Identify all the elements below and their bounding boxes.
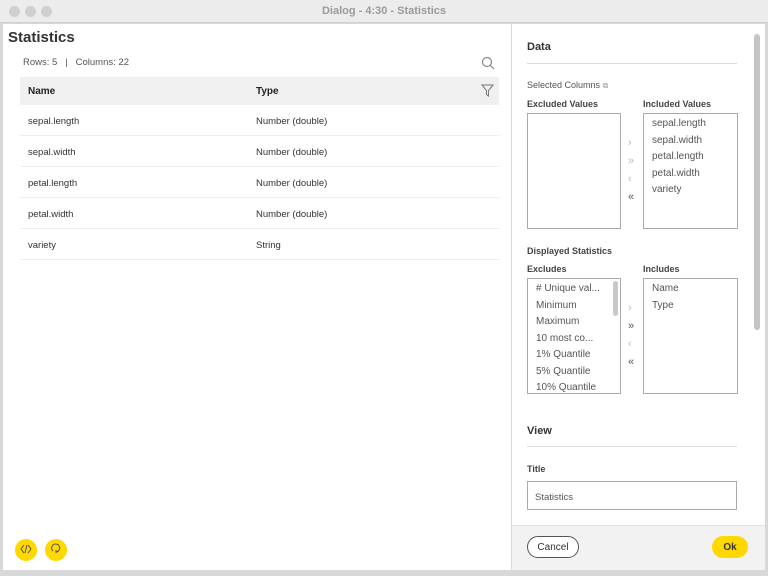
cancel-button[interactable]: Cancel <box>527 536 579 558</box>
separator: | <box>65 57 68 68</box>
title-label: Title <box>527 464 546 474</box>
displayed-statistics-label: Displayed Statistics <box>527 246 613 256</box>
cell-type: Number (double) <box>256 209 328 220</box>
scrollbar[interactable] <box>613 281 618 316</box>
cell-name: sepal.length <box>28 116 80 127</box>
selected-columns-label: Selected Columns ⧉ <box>527 80 609 90</box>
code-icon <box>20 541 32 559</box>
list-item[interactable]: Name <box>652 281 737 298</box>
statistics-view: Statistics Rows: 5 | Columns: 22 Name Ty… <box>3 24 511 570</box>
list-item[interactable]: 1% Quantile <box>536 347 620 364</box>
settings-panel: Data Selected Columns ⧉ Excluded Values … <box>512 24 765 570</box>
panel-scrollbar[interactable] <box>754 34 760 330</box>
move-all-left-icon[interactable]: « <box>628 191 634 203</box>
table-row[interactable]: sepal.length Number (double) <box>20 105 499 136</box>
refresh-icon <box>50 541 62 559</box>
header-type[interactable]: Type <box>256 86 279 97</box>
cell-name: petal.width <box>28 209 74 220</box>
list-item[interactable]: sepal.width <box>652 133 737 150</box>
filter-icon[interactable] <box>480 84 495 102</box>
table-row[interactable]: petal.length Number (double) <box>20 167 499 198</box>
cell-name: variety <box>28 240 56 251</box>
excluded-values-list[interactable] <box>527 113 621 229</box>
list-item[interactable]: 5% Quantile <box>536 364 620 381</box>
dialog-footer: Cancel Ok <box>512 525 765 570</box>
move-right-icon[interactable]: › <box>628 302 632 314</box>
move-all-left-icon[interactable]: « <box>628 356 634 368</box>
column-count: Columns: 22 <box>75 57 129 68</box>
move-right-icon[interactable]: › <box>628 137 632 149</box>
move-all-right-icon[interactable]: » <box>628 155 634 167</box>
page-title: Statistics <box>8 29 75 46</box>
excluded-values-label: Excluded Values <box>527 99 599 109</box>
list-item[interactable]: variety <box>652 182 737 199</box>
table-row[interactable]: variety String <box>20 229 499 260</box>
title-input[interactable]: Statistics <box>527 481 737 510</box>
cell-type: Number (double) <box>256 116 328 127</box>
data-heading: Data <box>527 41 551 53</box>
cell-name: petal.length <box>28 178 78 189</box>
list-item[interactable]: # Unique val... <box>536 281 620 298</box>
table-row[interactable]: petal.width Number (double) <box>20 198 499 229</box>
cell-name: sepal.width <box>28 147 76 158</box>
cell-type: Number (double) <box>256 178 328 189</box>
includes-label: Includes <box>643 264 680 274</box>
move-left-icon[interactable]: ‹ <box>628 173 632 185</box>
cell-type: Number (double) <box>256 147 328 158</box>
row-count: Rows: 5 <box>23 57 58 68</box>
table-row[interactable]: sepal.width Number (double) <box>20 136 499 167</box>
move-all-right-icon[interactable]: » <box>628 320 634 332</box>
window-title: Dialog - 4:30 - Statistics <box>321 5 447 17</box>
table-meta: Rows: 5 | Columns: 22 <box>23 57 129 68</box>
list-item[interactable]: petal.length <box>652 149 737 166</box>
view-heading: View <box>527 425 552 437</box>
excludes-label: Excludes <box>527 264 567 274</box>
includes-list[interactable]: Name Type <box>643 278 738 394</box>
list-item[interactable]: 10% Quantile <box>536 380 620 393</box>
list-item[interactable]: Maximum <box>536 314 620 331</box>
included-values-label: Included Values <box>643 99 712 109</box>
list-item[interactable]: 10 most co... <box>536 331 620 348</box>
code-button[interactable] <box>15 539 37 561</box>
included-values-list[interactable]: sepal.length sepal.width petal.length pe… <box>643 113 738 229</box>
ok-button[interactable]: Ok <box>712 536 748 558</box>
divider <box>527 63 737 64</box>
header-name[interactable]: Name <box>28 86 55 97</box>
search-icon[interactable] <box>481 56 495 75</box>
move-left-icon[interactable]: ‹ <box>628 338 632 350</box>
table-header: Name Type <box>20 77 499 105</box>
list-item[interactable]: Minimum <box>536 298 620 315</box>
refresh-button[interactable] <box>45 539 67 561</box>
excludes-list[interactable]: # Unique val... Minimum Maximum 10 most … <box>527 278 621 394</box>
list-item[interactable]: sepal.length <box>652 116 737 133</box>
divider <box>527 446 737 447</box>
cell-type: String <box>256 240 281 251</box>
info-icon[interactable]: ⧉ <box>603 81 609 90</box>
list-item[interactable]: petal.width <box>652 166 737 183</box>
title-bar: Dialog - 4:30 - Statistics <box>0 0 768 23</box>
list-item[interactable]: Type <box>652 298 737 315</box>
